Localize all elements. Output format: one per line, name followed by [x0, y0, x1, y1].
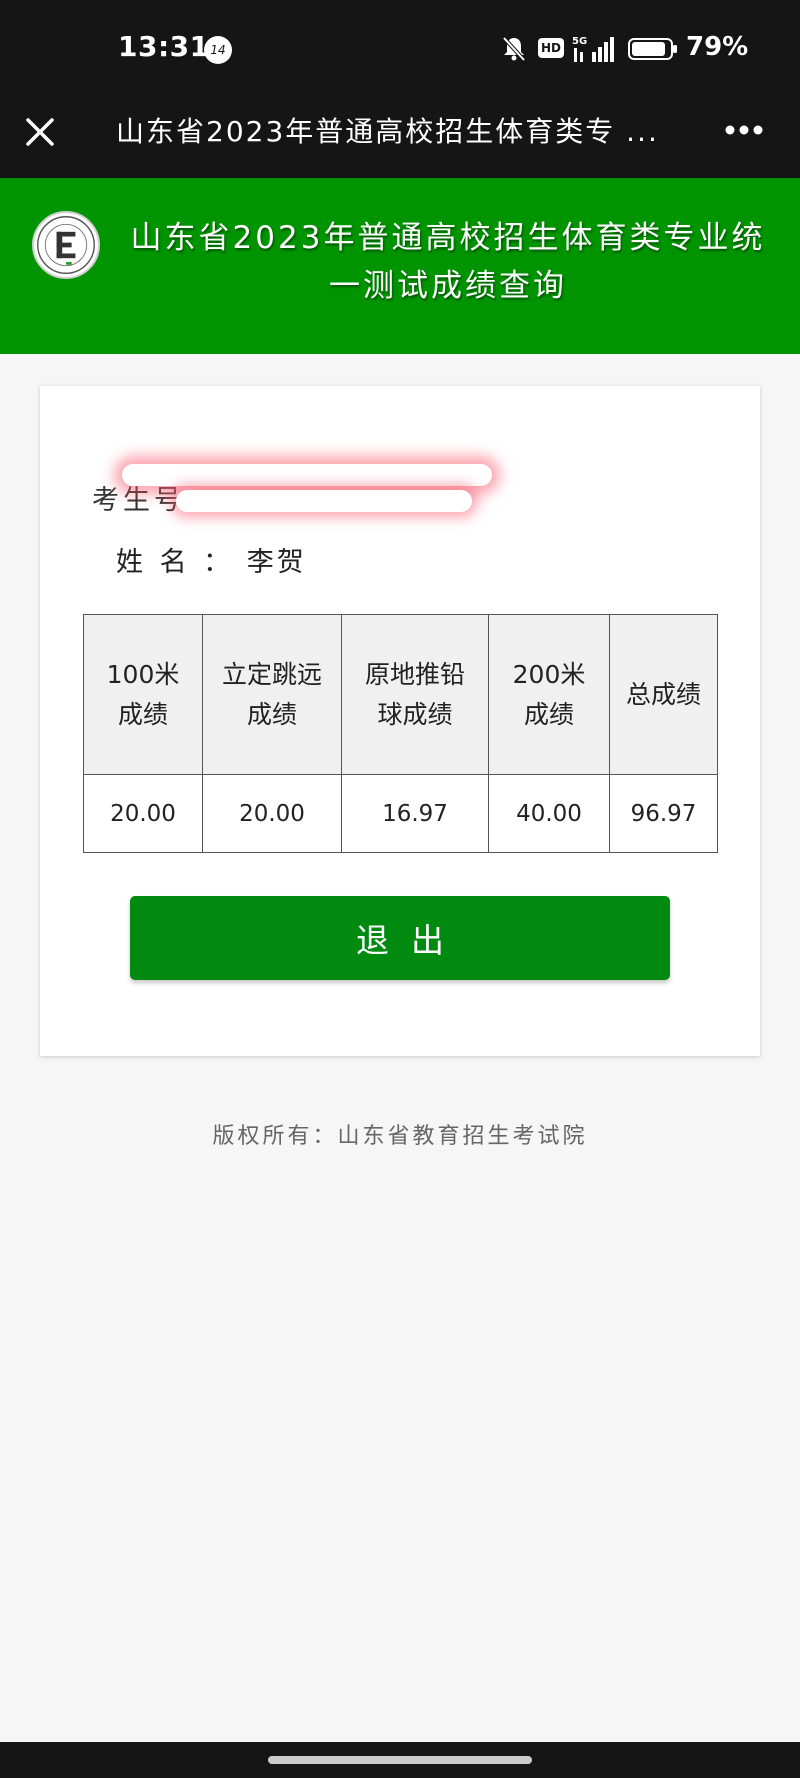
status-time: 13:31 — [118, 30, 210, 63]
redaction-mark — [176, 490, 472, 512]
hd-icon: HD — [538, 38, 564, 58]
name-label: 姓 名 ： — [116, 547, 235, 578]
name-value: 李贺 — [246, 547, 307, 578]
exit-button[interactable]: 退出 — [130, 896, 670, 980]
header-banner: 山东省2023年普通高校招生体育类专业统一测试成绩查询 — [0, 178, 800, 354]
header-shot-put: 原地推铅球成绩 — [341, 614, 489, 775]
score-100m: 20.00 — [83, 774, 203, 853]
table-row: 20.00 20.00 16.97 40.00 96.97 — [83, 774, 718, 853]
table-header-row: 100米成绩 立定跳远成绩 原地推铅球成绩 200米成绩 总成绩 — [83, 614, 718, 775]
header-200m: 200米成绩 — [488, 614, 610, 775]
score-200m: 40.00 — [488, 774, 610, 853]
score-table: 100米成绩 立定跳远成绩 原地推铅球成绩 200米成绩 总成绩 20.00 2… — [83, 614, 718, 853]
signal-icon: 5G — [572, 36, 614, 62]
page-title: 山东省2023年普通高校招生体育类专业统一测试成绩查询 — [130, 220, 766, 304]
name-row: 姓 名 ： 李贺 — [116, 540, 307, 579]
more-icon[interactable] — [724, 124, 764, 136]
notification-badge: 14 — [204, 36, 232, 64]
result-card: 考生号 姓 名 ： 李贺 100米成绩 立定跳远成绩 原地推铅球成绩 200米成… — [40, 386, 760, 1056]
redaction-mark — [122, 464, 492, 486]
nav-bar: 山东省2023年普通高校招生体育类专 ... — [0, 100, 800, 178]
nav-title: 山东省2023年普通高校招生体育类专 ... — [116, 115, 659, 148]
header-standing-long-jump: 立定跳远成绩 — [202, 614, 342, 775]
footer-copyright: 版权所有：山东省教育招生考试院 — [212, 1124, 588, 1149]
close-icon[interactable] — [22, 114, 58, 150]
gesture-bar — [0, 1742, 800, 1778]
network-label: 5G — [572, 36, 587, 47]
score-total: 96.97 — [609, 774, 718, 853]
bell-muted-icon — [502, 36, 526, 62]
battery-percent: 79% — [686, 32, 749, 62]
score-shot-put: 16.97 — [341, 774, 489, 853]
home-indicator[interactable] — [268, 1756, 532, 1764]
exam-institute-logo — [32, 211, 100, 279]
status-bar: 13:31 14 HD 5G 79% — [0, 0, 800, 100]
score-standing-long-jump: 20.00 — [202, 774, 342, 853]
header-total: 总成绩 — [609, 614, 718, 775]
status-icons: HD 5G 79% — [500, 32, 760, 68]
battery-icon — [628, 38, 677, 60]
header-100m: 100米成绩 — [83, 614, 203, 775]
